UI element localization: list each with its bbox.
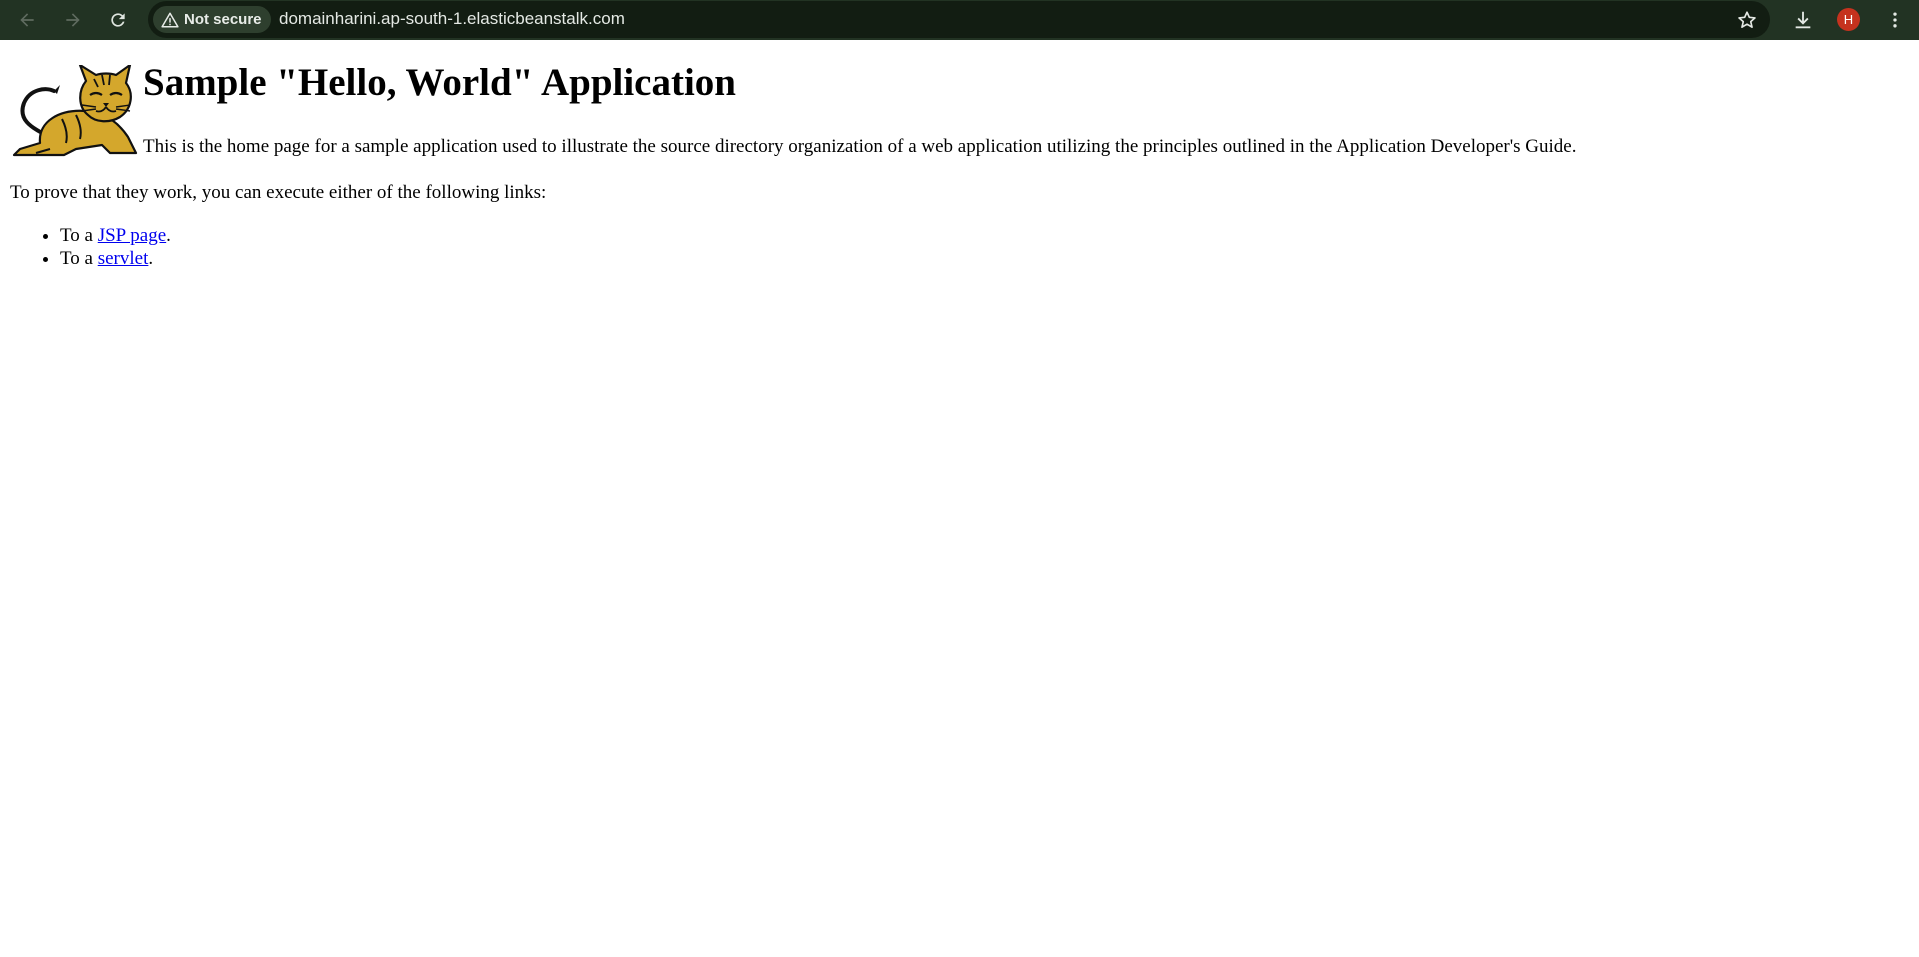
list-item: To a JSP page. [60,224,171,247]
arrow-left-icon [20,13,34,27]
bookmark-button[interactable] [1734,7,1760,33]
back-button[interactable] [11,4,43,36]
list-item: To a servlet. [60,247,171,270]
reload-button[interactable] [102,4,134,36]
warning-triangle-icon [161,12,179,27]
profile-avatar[interactable]: H [1837,8,1860,31]
list-item-prefix: To a [60,225,98,246]
downloads-button[interactable] [1787,4,1819,36]
servlet-link[interactable]: servlet [98,248,149,269]
star-outline-icon [1738,11,1756,28]
prove-text: To prove that they work, you can execute… [10,182,547,203]
jsp-page-link[interactable]: JSP page [98,225,166,246]
download-icon [1795,11,1811,29]
list-item-prefix: To a [60,248,98,269]
address-bar[interactable]: Not secure domainharini.ap-south-1.elast… [148,1,1770,38]
forward-button[interactable] [57,4,89,36]
link-list: To a JSP page. To a servlet. [10,224,171,270]
browser-toolbar: Not secure domainharini.ap-south-1.elast… [0,0,1919,40]
page-content: Sample "Hello, World" Application This i… [0,40,1919,957]
security-label: Not secure [184,11,262,28]
list-item-suffix: . [166,225,171,246]
reload-icon [111,13,125,27]
tomcat-logo-icon [12,65,138,157]
kebab-menu-icon [1893,12,1897,28]
page-title: Sample "Hello, World" Application [143,61,736,104]
security-indicator[interactable]: Not secure [153,6,271,33]
intro-text: This is the home page for a sample appli… [143,136,1577,157]
browser-menu-button[interactable] [1879,4,1911,36]
arrow-right-icon [66,13,80,27]
list-item-suffix: . [148,248,154,269]
url-text[interactable]: domainharini.ap-south-1.elasticbeanstalk… [279,9,625,29]
